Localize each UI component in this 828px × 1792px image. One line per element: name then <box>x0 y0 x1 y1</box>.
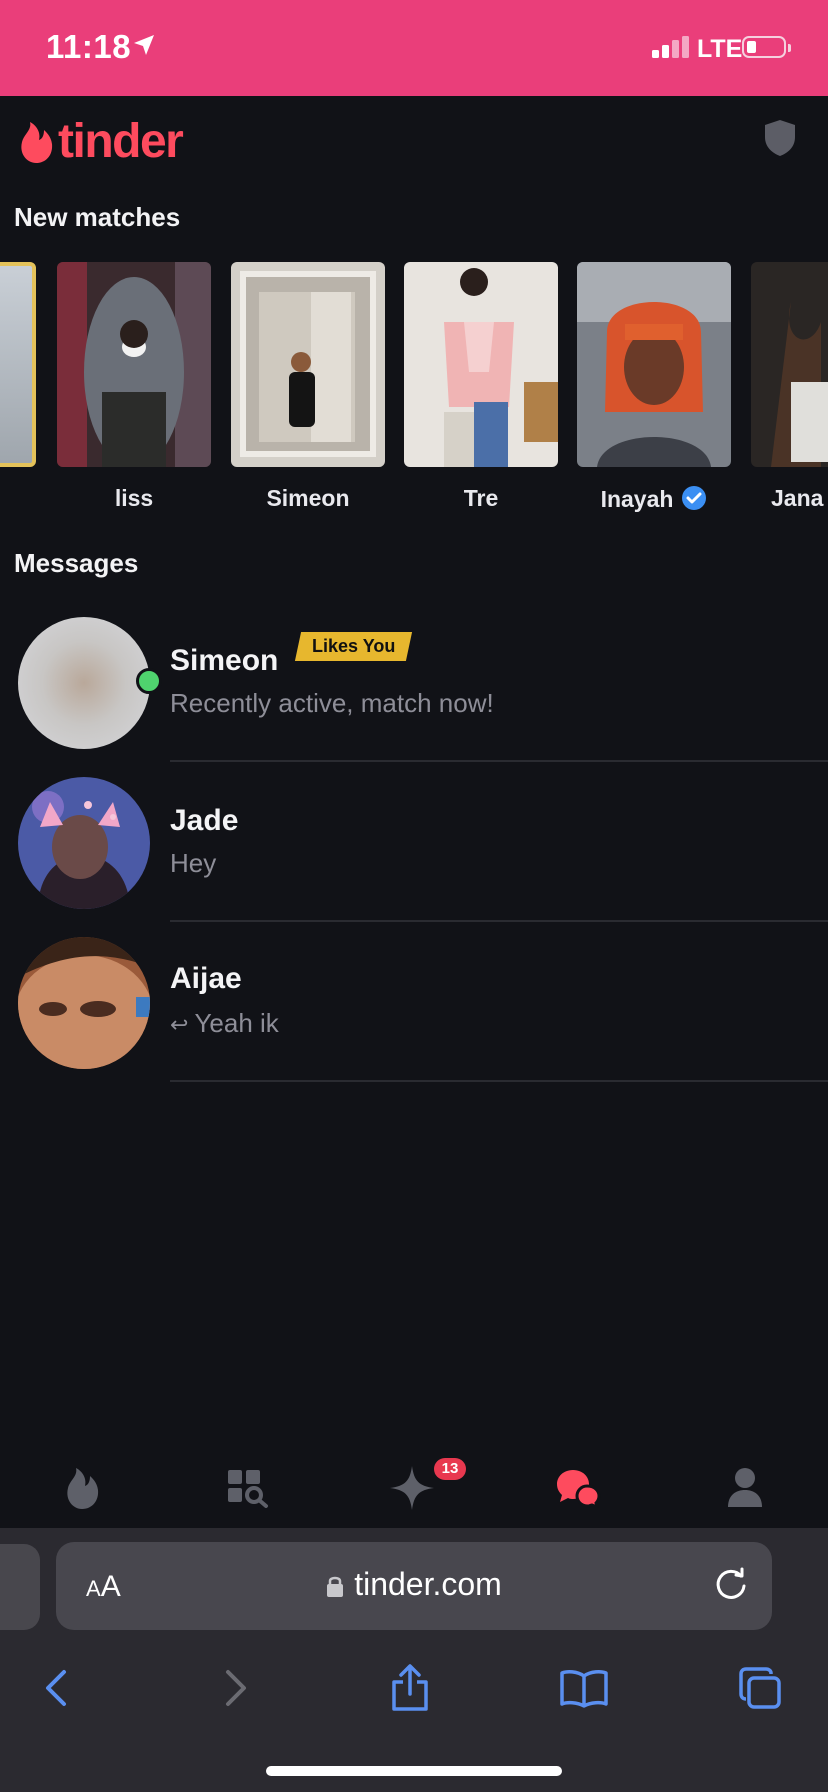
bookmarks-button[interactable] <box>554 1658 614 1718</box>
message-row[interactable]: Jade Hey <box>0 762 828 922</box>
match-photo <box>751 262 828 467</box>
previous-tab-preview[interactable] <box>0 1544 40 1630</box>
match-name: Jana <box>771 485 824 511</box>
match-name-text: Inayah <box>600 486 674 512</box>
location-arrow-icon <box>134 35 154 55</box>
messages-heading: Messages <box>14 548 139 578</box>
message-preview: Hey <box>170 848 217 878</box>
share-button[interactable] <box>380 1658 440 1718</box>
match-card[interactable]: Simeon <box>231 262 385 512</box>
tab-explore[interactable] <box>218 1462 278 1514</box>
browser-toolbar: AA tinder.com <box>0 1528 828 1792</box>
flame-icon <box>67 1468 99 1509</box>
match-card[interactable]: Jana <box>751 262 828 512</box>
flame-logo-icon <box>21 121 53 163</box>
safety-shield-icon[interactable] <box>762 118 798 158</box>
tab-messages[interactable] <box>548 1462 608 1514</box>
message-row[interactable]: Simeon Likes You Recently active, match … <box>0 602 828 762</box>
network-type: LTE <box>697 35 743 63</box>
logo-wordmark: tinder <box>58 115 184 168</box>
avatar <box>18 777 150 909</box>
tabs-button[interactable] <box>730 1658 790 1718</box>
match-card[interactable]: Inayah <box>577 262 731 513</box>
book-icon <box>560 1670 608 1708</box>
chat-icon <box>557 1470 601 1508</box>
divider <box>170 1080 828 1082</box>
new-matches-heading: New matches <box>14 202 181 232</box>
lock-icon <box>327 1576 344 1597</box>
match-card[interactable]: liss <box>57 262 211 512</box>
notification-badge: 13 <box>434 1458 466 1480</box>
likes-you-badge: Likes You <box>294 632 413 661</box>
sparkle-icon <box>390 1466 434 1510</box>
tab-profile[interactable] <box>715 1462 775 1514</box>
match-photo <box>577 262 731 467</box>
url-display: tinder.com <box>56 1566 772 1603</box>
match-name: Tre <box>463 485 499 511</box>
address-bar[interactable]: AA tinder.com <box>56 1542 772 1630</box>
message-preview-text: Yeah ik <box>194 1008 279 1038</box>
avatar <box>18 937 150 1069</box>
message-row[interactable]: Aijae ↩ Yeah ik <box>0 922 828 1082</box>
message-sender-name: Aijae <box>170 962 242 995</box>
explore-icon <box>228 1470 268 1508</box>
chevron-right-icon <box>226 1670 246 1706</box>
verified-badge-icon <box>682 486 707 510</box>
message-preview: ↩ Yeah ik <box>170 1008 279 1039</box>
likes-you-label: Likes You <box>312 636 396 656</box>
profile-icon <box>728 1468 762 1507</box>
tinder-logo[interactable]: tinder <box>18 114 184 169</box>
signal-strength-icon <box>652 36 689 58</box>
message-sender-name: Simeon <box>170 644 279 677</box>
match-photo <box>404 262 558 467</box>
avatar <box>18 617 150 749</box>
battery-icon <box>742 36 791 58</box>
message-preview: Recently active, match now! <box>170 688 494 718</box>
match-name: liss <box>114 485 154 511</box>
back-button[interactable] <box>26 1658 86 1718</box>
url-text: tinder.com <box>354 1566 502 1602</box>
match-name: Simeon <box>266 485 350 511</box>
reload-icon[interactable] <box>714 1566 748 1602</box>
bottom-tab-bar <box>0 1448 828 1529</box>
tab-gold[interactable] <box>382 1462 442 1514</box>
reply-arrow-icon: ↩ <box>170 1012 189 1037</box>
match-card[interactable]: Tre <box>404 262 558 512</box>
status-bar: 11:18 LTE <box>0 0 828 96</box>
forward-button[interactable] <box>206 1658 266 1718</box>
new-matches-carousel[interactable]: liss Simeon Tre Inayah Jana <box>0 262 828 522</box>
status-time: 11:18 <box>46 28 132 65</box>
app-header: tinder <box>0 96 828 178</box>
tab-swipe[interactable] <box>52 1462 112 1514</box>
match-name: Inayah <box>577 485 731 513</box>
home-indicator <box>266 1766 562 1776</box>
tabs-icon <box>739 1667 781 1709</box>
online-status-dot <box>136 668 162 694</box>
chevron-left-icon <box>46 1670 66 1706</box>
message-sender-name: Jade <box>170 804 239 837</box>
match-photo <box>0 262 36 467</box>
share-icon <box>392 1664 428 1711</box>
match-photo <box>231 262 385 467</box>
match-card-likes[interactable] <box>0 262 36 467</box>
match-photo <box>57 262 211 467</box>
